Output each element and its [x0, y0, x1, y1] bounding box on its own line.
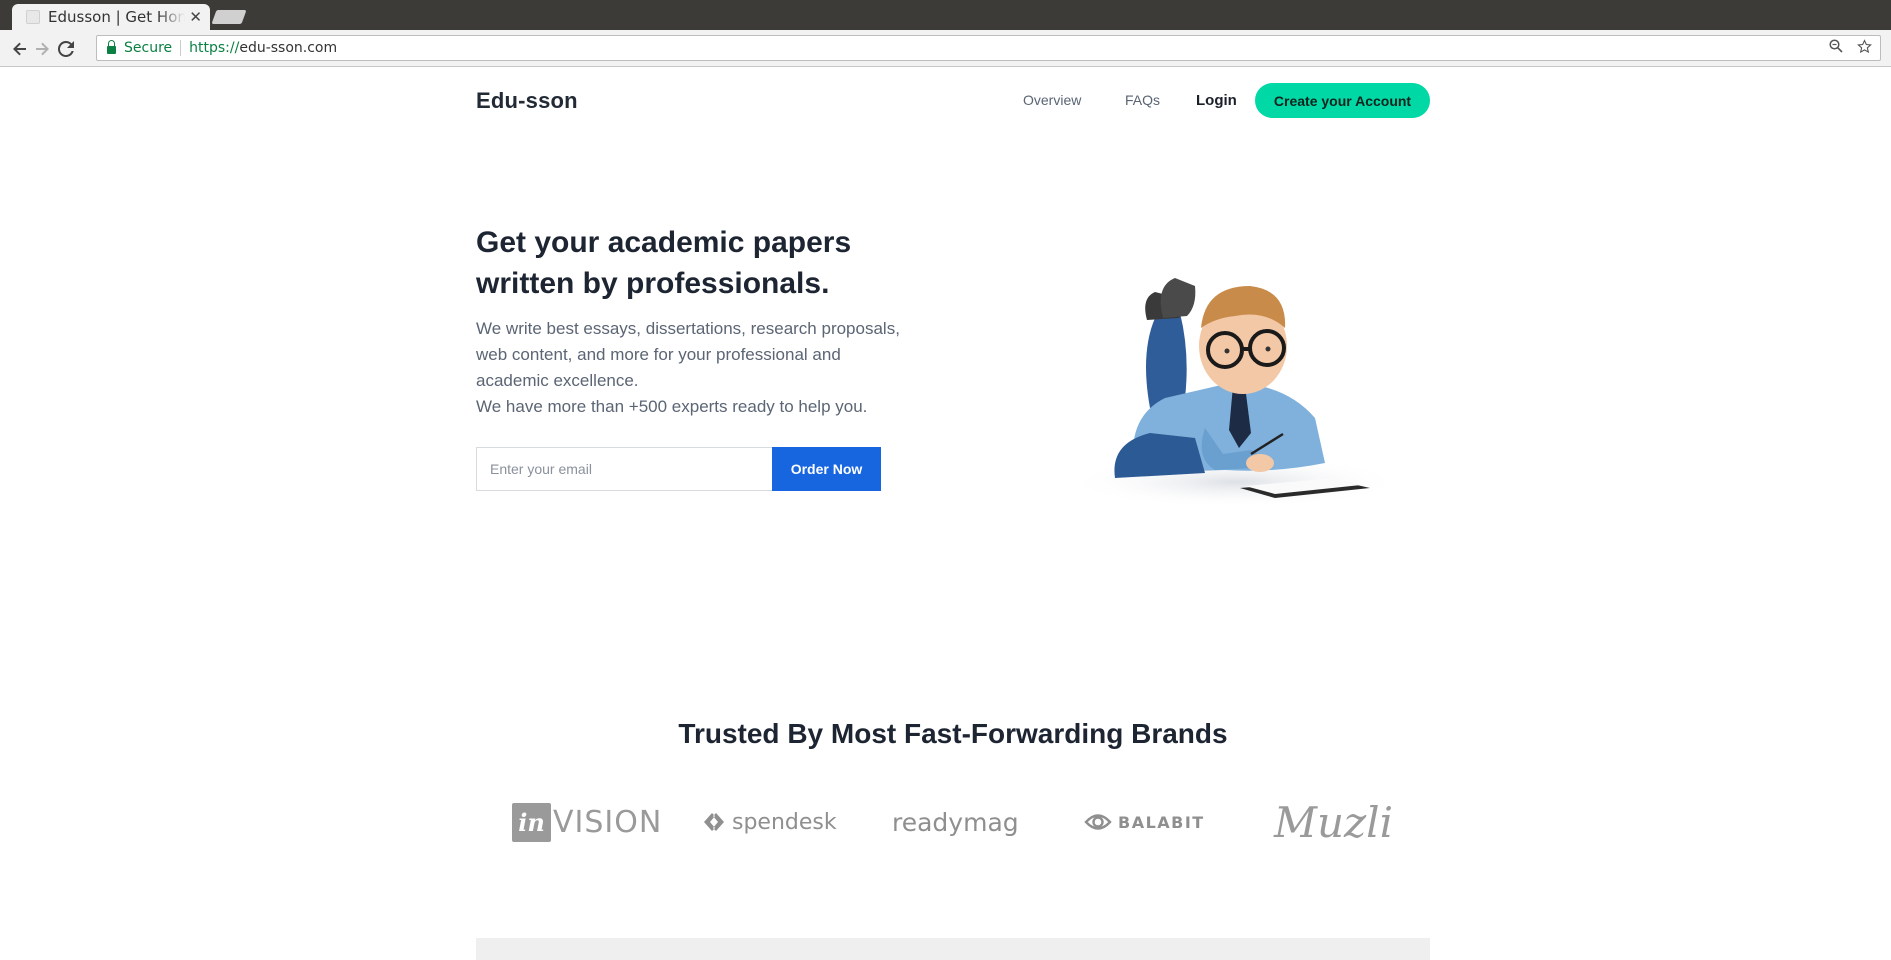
muzli-logo-text: Muzli [1274, 797, 1394, 847]
arrow-right-icon [36, 42, 49, 56]
balabit-logo: BALABIT [1084, 796, 1205, 848]
url-host: edu-sson.com [239, 40, 338, 56]
hero-description: We write best essays, dissertations, res… [476, 316, 956, 420]
invision-logo-text: VISION [553, 804, 663, 840]
reload-button[interactable] [55, 38, 77, 60]
nav-overview[interactable]: Overview [1023, 92, 1081, 108]
lock-icon [107, 40, 116, 54]
arrow-left-icon [13, 42, 26, 56]
nav-login[interactable]: Login [1196, 92, 1237, 109]
brand-logo[interactable]: Edu-sson [476, 88, 578, 114]
nav-faqs[interactable]: FAQs [1125, 92, 1160, 108]
site-header: Edu-sson Overview FAQs Login Create your… [476, 78, 1430, 122]
signup-form: Order Now [476, 447, 881, 491]
bookmark-star-icon[interactable] [1857, 39, 1872, 54]
readymag-logo-text: readymag [892, 807, 1019, 837]
invision-logo: in VISION [512, 796, 662, 848]
back-button[interactable] [9, 38, 31, 60]
hero-desc-line: We have more than +500 experts ready to … [476, 397, 868, 416]
email-input[interactable] [476, 447, 772, 491]
forward-button[interactable] [31, 38, 53, 60]
new-tab-button[interactable] [211, 10, 247, 24]
hero-title-line1: Get your academic papers [476, 226, 852, 259]
hero-desc-line: We write best essays, dissertations, res… [476, 319, 900, 338]
brands-title: Trusted By Most Fast-Forwarding Brands [678, 718, 1228, 749]
muzli-logo: Muzli [1274, 796, 1393, 848]
balabit-eye-icon [1084, 814, 1112, 830]
spendesk-logo: spendesk [702, 796, 837, 848]
spendesk-mark-icon [704, 813, 724, 831]
address-divider [180, 40, 182, 56]
hero-title: Get your academic papers written by prof… [476, 222, 976, 304]
zoom-icon[interactable] [1829, 39, 1843, 53]
next-section-band [476, 938, 1430, 960]
readymag-logo: readymag [892, 796, 1019, 848]
browser-toolbar: Secure https:// edu-sson.com [0, 30, 1891, 67]
browser-tabstrip: Edusson | Get Home ✕ [0, 0, 1891, 30]
brand-logos: in VISION spendesk readymag BALABIT Muzl… [476, 796, 1430, 848]
create-account-button[interactable]: Create your Account [1255, 83, 1430, 118]
address-bar[interactable]: Secure https:// edu-sson.com [96, 35, 1881, 61]
url-scheme: https:// [189, 40, 240, 56]
address-bar-actions [1829, 39, 1872, 54]
hero-illustration [1065, 278, 1405, 508]
hero-desc-line: web content, and more for your professio… [476, 345, 841, 364]
hero-desc-line: academic excellence. [476, 371, 639, 390]
secure-label: Secure [124, 40, 173, 56]
invision-logo-mark: in [512, 802, 551, 842]
favicon-icon [26, 10, 40, 24]
reload-icon [58, 41, 74, 57]
tab-title: Edusson | Get Home [48, 8, 186, 26]
browser-tab-active[interactable]: Edusson | Get Home ✕ [12, 4, 210, 30]
balabit-logo-text: BALABIT [1118, 812, 1205, 832]
spendesk-logo-text: spendesk [732, 809, 837, 835]
order-now-button[interactable]: Order Now [772, 447, 881, 491]
close-icon[interactable]: ✕ [189, 8, 202, 26]
hero-title-line2: written by professionals. [476, 267, 830, 300]
